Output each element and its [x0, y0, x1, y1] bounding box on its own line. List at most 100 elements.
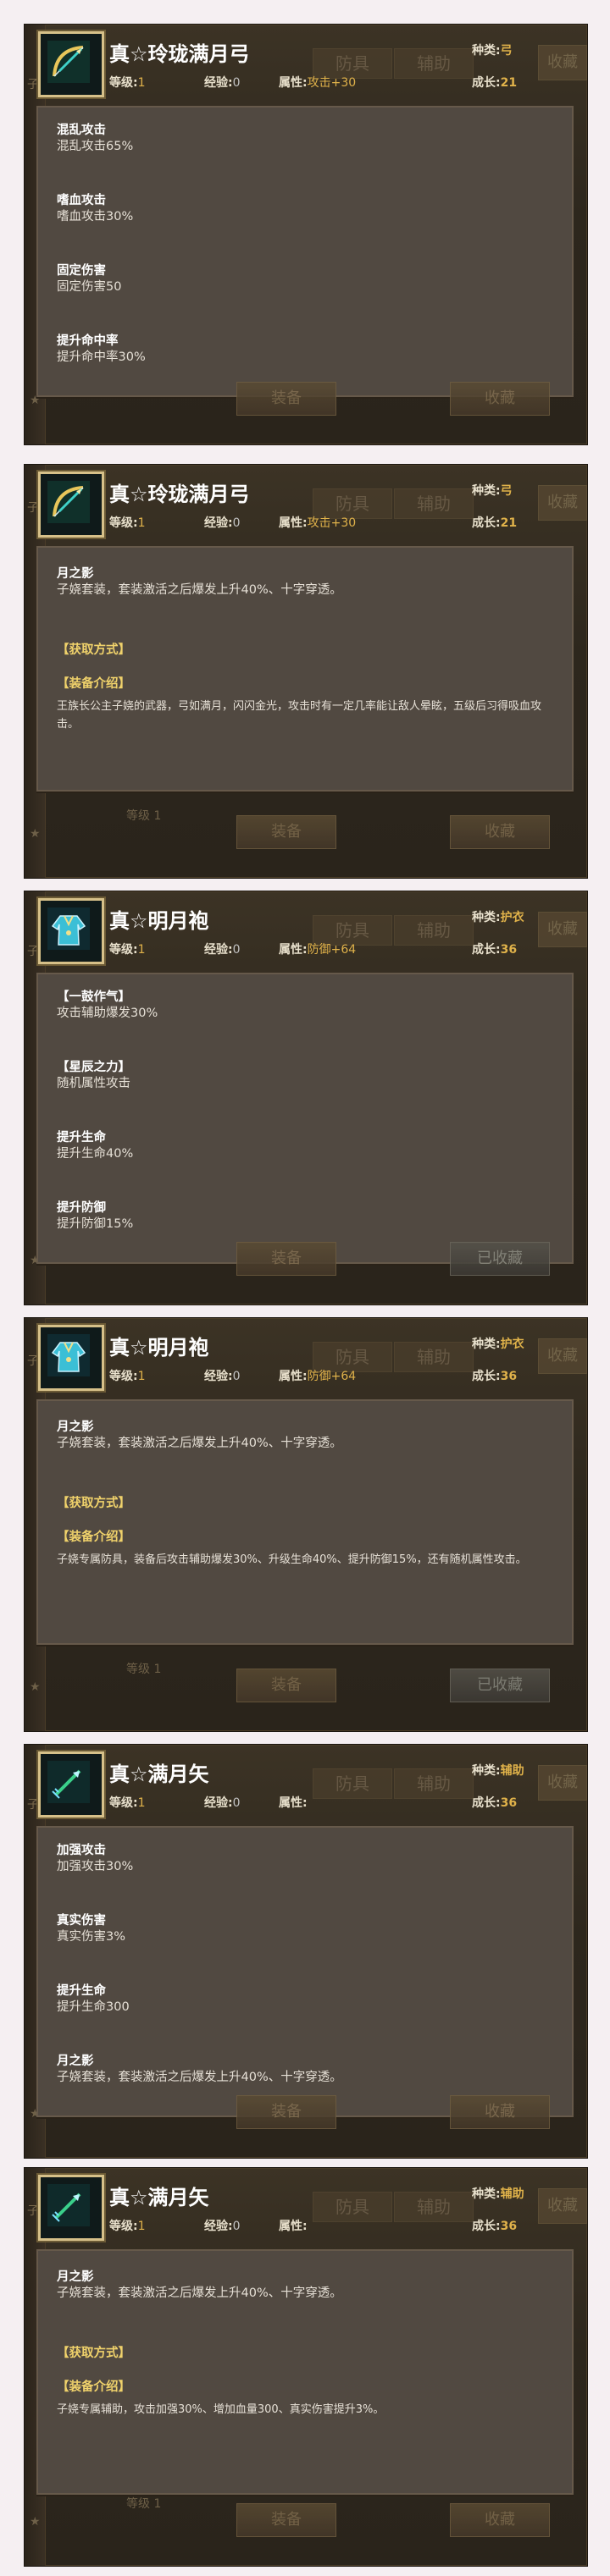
item-exp: 经验:0 — [204, 1794, 241, 1811]
kind-label: 种类: — [472, 1338, 501, 1351]
item-level: 等级:1 — [109, 1367, 146, 1384]
exp-label: 经验: — [204, 76, 233, 90]
background-tab-aux: 辅助 — [394, 48, 474, 79]
background-tab-aux: 辅助 — [394, 915, 474, 946]
intro-text: 子娆专属防具，装备后攻击辅助爆发30%、升级生命40%、提升防御15%，还有随机… — [57, 1553, 527, 1566]
item-attribute: 属性:防御+64 — [279, 940, 356, 957]
item-level: 等级:1 — [109, 74, 146, 91]
set-description: 子娆套装，套装激活之后爆发上升40%、十字穿透。 — [57, 583, 342, 597]
acquire-method: 【获取方式】 — [57, 643, 130, 659]
growth-label: 成长: — [472, 516, 501, 530]
level-label: 等级: — [109, 2220, 138, 2233]
item-growth: 成长:21 — [472, 514, 517, 531]
exp-value: 0 — [232, 2220, 241, 2233]
item-title: 真☆玲珑满月弓 — [109, 42, 250, 66]
detail-panel: 月之影 子娆套装，套装激活之后爆发上升40%、十字穿透。 【获取方式】 【装备介绍】子… — [36, 1399, 574, 1645]
stat-name: 提升生命 — [57, 1131, 106, 1145]
background-level-label: 等级 1 — [126, 1663, 162, 1676]
background-star: ★ — [30, 827, 41, 841]
exp-value: 0 — [232, 943, 241, 957]
attr-value: 攻击+30 — [307, 516, 357, 530]
background-collect-button: 收藏 — [538, 45, 587, 80]
stat-name: 真实伤害 — [57, 1914, 106, 1928]
background-collect-button: 收藏 — [538, 912, 587, 947]
detail-panel: 【一鼓作气】 攻击辅助爆发30% 【星辰之力】 随机属性攻击 提升生命 提升生命40% 提升… — [36, 973, 574, 1264]
collect-button[interactable]: 已收藏 — [450, 1669, 550, 1702]
set-name: 月之影 — [57, 1420, 94, 1434]
equipment-intro: 【装备介绍】子娆专属辅助，攻击加强30%、增加血量300、真实伤害提升3%。 — [57, 2380, 548, 2419]
item-attribute: 属性:攻击+30 — [279, 514, 356, 531]
background-tab-armor: 防具 — [313, 1768, 392, 1799]
equip-button[interactable]: 装备 — [236, 815, 336, 849]
background-tab-aux: 辅助 — [394, 2192, 474, 2222]
equip-button[interactable]: 装备 — [236, 2503, 336, 2537]
set-bonus: 月之影 子娆套装，套装激活之后爆发上升40%、十字穿透。 — [57, 1420, 342, 1452]
stat-entry: 混乱攻击 混乱攻击65% — [57, 123, 133, 155]
collect-button[interactable]: 已收藏 — [450, 1242, 550, 1276]
growth-label: 成长: — [472, 1370, 501, 1383]
stat-name: 加强攻击 — [57, 1844, 106, 1857]
kind-value: 护衣 — [500, 1338, 524, 1351]
equipment-card: 子防具辅助收藏等级 1★真☆满月矢种类:辅助等级:1经验:0属性:成长:36加强… — [24, 1744, 588, 2159]
collect-button[interactable]: 收藏 — [450, 382, 550, 416]
set-name: 月之影 — [57, 567, 94, 581]
collect-button[interactable]: 收藏 — [450, 2095, 550, 2129]
background-collect-button: 收藏 — [538, 2188, 587, 2224]
item-attribute: 属性:攻击+30 — [279, 74, 356, 91]
equip-button[interactable]: 装备 — [236, 382, 336, 416]
attr-label: 属性: — [279, 2220, 308, 2233]
stat-entry: 固定伤害 固定伤害50 — [57, 263, 121, 295]
item-kind: 种类:弓 — [472, 41, 513, 58]
growth-value: 36 — [500, 2220, 518, 2233]
item-attribute: 属性:防御+64 — [279, 1367, 356, 1384]
background-level-label: 等级 1 — [126, 809, 162, 823]
stat-value: 嗜血攻击30% — [57, 210, 134, 223]
stat-name: 混乱攻击 — [57, 124, 106, 137]
exp-label: 经验: — [204, 2220, 233, 2233]
stat-value: 加强攻击30% — [57, 1860, 134, 1873]
level-value: 1 — [137, 76, 146, 90]
detail-panel: 月之影 子娆套装，套装激活之后爆发上升40%、十字穿透。 【获取方式】 【装备介绍】王… — [36, 546, 574, 792]
kind-label: 种类: — [472, 911, 501, 924]
kind-value: 辅助 — [500, 2187, 524, 2201]
background-star: ★ — [30, 2515, 41, 2529]
item-level: 等级:1 — [109, 940, 146, 957]
equip-button[interactable]: 装备 — [236, 1669, 336, 1702]
item-icon-frame — [38, 898, 104, 964]
attr-value: 攻击+30 — [307, 76, 357, 90]
level-label: 等级: — [109, 1370, 138, 1383]
intro-heading: 【装备介绍】 — [57, 2380, 130, 2394]
item-level: 等级:1 — [109, 514, 146, 531]
attr-label: 属性: — [279, 76, 308, 90]
set-name: 月之影 — [57, 2270, 94, 2284]
stat-entry: 提升生命 提升生命300 — [57, 1983, 130, 2016]
background-side-char: 子 — [27, 1798, 39, 1812]
kind-value: 护衣 — [500, 911, 524, 924]
intro-text: 子娆专属辅助，攻击加强30%、增加血量300、真实伤害提升3%。 — [57, 2403, 385, 2416]
kind-label: 种类: — [472, 2187, 501, 2201]
kind-value: 辅助 — [500, 1764, 524, 1778]
attr-label: 属性: — [279, 1796, 308, 1810]
item-kind: 种类:弓 — [472, 482, 513, 499]
exp-value: 0 — [232, 1796, 241, 1810]
stat-entry: 月之影 子娆套装，套装激活之后爆发上升40%、十字穿透。 — [57, 2054, 342, 2086]
stat-entry: 加强攻击加强攻击30% — [57, 1843, 133, 1875]
equipment-card: 子防具辅助收藏等级 1★真☆玲珑满月弓种类:弓等级:1经验:0属性:攻击+30成… — [24, 24, 588, 445]
stat-entry: 真实伤害 真实伤害3% — [57, 1913, 125, 1945]
item-icon-frame — [38, 2175, 104, 2241]
background-tab-aux: 辅助 — [394, 1768, 474, 1799]
stat-value: 提升生命40% — [57, 1147, 134, 1161]
background-side-char: 子 — [27, 501, 39, 515]
level-value: 1 — [137, 1370, 146, 1383]
stat-entry: 提升生命提升生命40% — [57, 1130, 133, 1162]
collect-button[interactable]: 收藏 — [450, 815, 550, 849]
level-value: 1 — [137, 2220, 146, 2233]
equip-button[interactable]: 装备 — [236, 1242, 336, 1276]
background-collect-button: 收藏 — [538, 1765, 587, 1801]
collect-button[interactable]: 收藏 — [450, 2503, 550, 2537]
equip-button[interactable]: 装备 — [236, 2095, 336, 2129]
equipment-card: 子防具辅助收藏等级 1★真☆玲珑满月弓种类:弓等级:1经验:0属性:攻击+30成… — [24, 464, 588, 879]
growth-value: 21 — [500, 76, 518, 90]
background-star: ★ — [30, 1680, 41, 1694]
item-exp: 经验:0 — [204, 940, 241, 957]
